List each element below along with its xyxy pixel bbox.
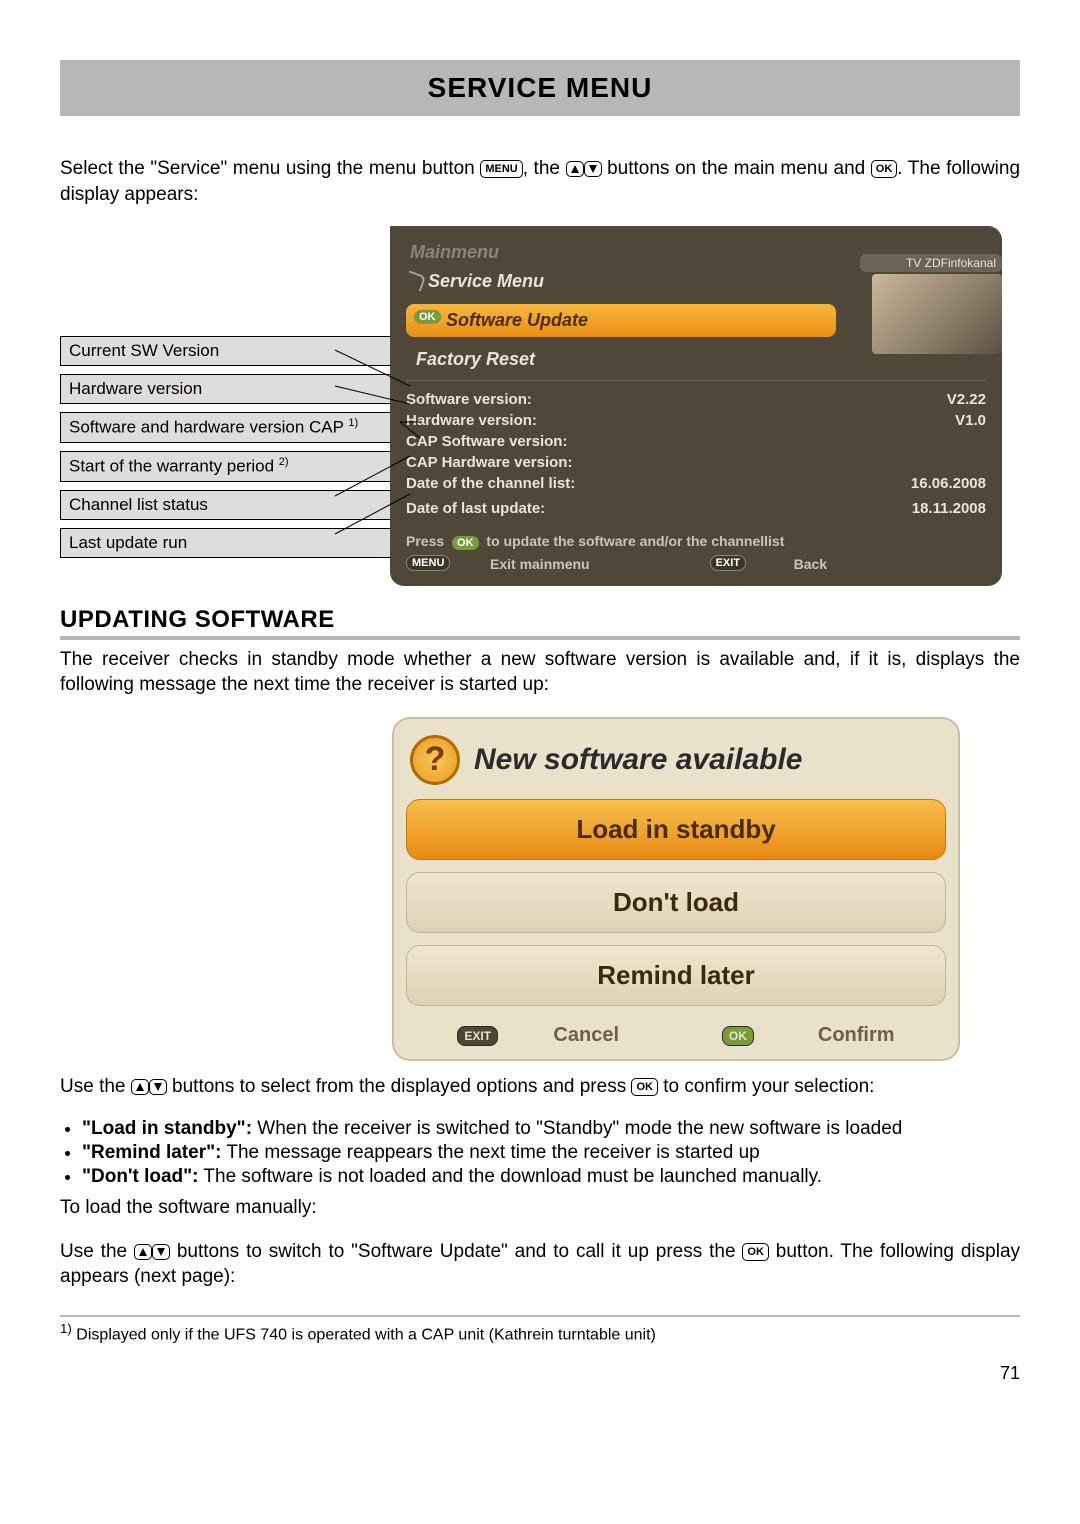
new-software-dialog: ? New software available Load in standby… — [392, 717, 960, 1061]
label: New software available — [474, 743, 802, 777]
label: Hardware version: — [406, 412, 537, 429]
text: Press — [406, 533, 448, 549]
option-remind-later[interactable]: Remind later — [406, 945, 946, 1006]
back-hint: EXIT Back — [710, 556, 827, 572]
table-row: Date of the channel list: 16.06.2008 — [406, 473, 986, 494]
ok-button-icon: OK — [631, 1078, 658, 1096]
label: Exit mainmenu — [448, 556, 590, 572]
hint-text: Press OK to update the software and/or t… — [406, 533, 986, 550]
text: The message reappears the next time the … — [221, 1142, 759, 1163]
label: Confirm — [770, 1024, 895, 1046]
channel-badge: TV ZDFinfokanal — [860, 254, 1002, 272]
value: 16.06.2008 — [911, 475, 986, 492]
question-icon: ? — [410, 735, 460, 785]
label: CAP Software version: — [406, 433, 567, 450]
text: to confirm your selection: — [663, 1076, 874, 1097]
table-row: Date of last update: 18.11.2008 — [406, 498, 986, 519]
table-row: CAP Software version: — [406, 431, 986, 452]
option-dont-load[interactable]: Don't load — [406, 872, 946, 933]
callout-warranty: Start of the warranty period 2) — [60, 451, 400, 482]
section-heading-updating: UPDATING SOFTWARE — [60, 606, 1020, 640]
ok-pill-icon: OK — [452, 536, 479, 550]
exit-mainmenu-hint: MENUExit mainmenu — [406, 556, 590, 572]
footer-hints: MENUExit mainmenu EXIT Back — [406, 556, 986, 572]
option-load-standby[interactable]: Load in standby — [406, 799, 946, 860]
callout-hw-version: Hardware version — [60, 374, 400, 404]
sup: 2) — [279, 456, 289, 468]
text: Displayed only if the UFS 740 is operate… — [72, 1327, 656, 1344]
table-row: Software version: V2.22 — [406, 389, 986, 410]
callout-last-update: Last update run — [60, 528, 400, 558]
service-menu-screenshot: Mainmenu Service Menu TV ZDFinfokanal OK… — [390, 226, 1002, 586]
text: buttons on the main menu and — [602, 158, 871, 179]
list-item: "Load in standby": When the receiver is … — [82, 1118, 1020, 1140]
label: Cancel — [505, 1024, 619, 1046]
dialog-title: ? New software available — [406, 729, 946, 799]
text: buttons to select from the displayed opt… — [172, 1076, 631, 1097]
bold: "Don't load": — [82, 1166, 198, 1187]
list-item: "Remind later": The message reappears th… — [82, 1142, 1020, 1164]
label: CAP Hardware version: — [406, 454, 572, 471]
menu-button-icon: MENU — [480, 160, 522, 178]
menu-item-factory-reset[interactable]: Factory Reset — [406, 345, 836, 374]
menu-item-software-update[interactable]: OK Software Update — [406, 304, 836, 337]
label: Back — [752, 556, 827, 572]
exit-pill-icon: EXIT — [457, 1026, 498, 1046]
bold: "Load in standby": — [82, 1118, 252, 1139]
list-item: "Don't load": The software is not loaded… — [82, 1166, 1020, 1188]
text: The software is not loaded and the downl… — [198, 1166, 822, 1187]
cancel-hint: EXIT Cancel — [457, 1024, 619, 1047]
paragraph: To load the software manually: — [60, 1196, 1020, 1221]
up-arrow-icon — [134, 1244, 152, 1260]
text: Select the "Service" menu using the menu… — [60, 158, 480, 179]
confirm-hint: OK Confirm — [722, 1024, 895, 1047]
text: Use the — [60, 1241, 134, 1262]
down-arrow-icon — [149, 1079, 167, 1095]
options-list: "Load in standby": When the receiver is … — [82, 1118, 1020, 1188]
paragraph: The receiver checks in standby mode whet… — [60, 648, 1020, 697]
value: V1.0 — [955, 412, 986, 429]
text: to update the software and/or the channe… — [483, 533, 785, 549]
service-menu-figure: Current SW Version Hardware version Soft… — [60, 226, 1020, 586]
label: Software Update — [446, 310, 588, 330]
text: Software and hardware version CAP — [69, 418, 348, 437]
text: Start of the warranty period — [69, 457, 279, 476]
bold: "Remind later": — [82, 1142, 221, 1163]
sup: 1) — [60, 1321, 72, 1336]
callout-channel-list: Channel list status — [60, 490, 400, 520]
up-arrow-icon — [566, 161, 584, 177]
footnote: 1) Displayed only if the UFS 740 is oper… — [60, 1315, 1020, 1344]
page-number: 71 — [60, 1363, 1020, 1384]
value: 18.11.2008 — [912, 500, 986, 517]
ok-button-icon: OK — [742, 1243, 769, 1261]
callout-cap-version: Software and hardware version CAP 1) — [60, 412, 400, 443]
channel-preview — [872, 274, 1002, 354]
text: Use the — [60, 1076, 131, 1097]
table-row: CAP Hardware version: — [406, 452, 986, 473]
intro-paragraph: Select the "Service" menu using the menu… — [60, 156, 1020, 207]
value: V2.22 — [947, 391, 986, 408]
ok-pill-icon: OK — [414, 310, 441, 324]
paragraph: Use the buttons to switch to "Software U… — [60, 1240, 1020, 1289]
info-table: Software version: V2.22 Hardware version:… — [406, 380, 986, 519]
page-title: SERVICE MENU — [60, 60, 1020, 116]
text: buttons to switch to "Software Update" a… — [177, 1241, 743, 1262]
label: Software version: — [406, 391, 532, 408]
label: Date of last update: — [406, 500, 545, 517]
sup: 1) — [348, 417, 358, 429]
down-arrow-icon — [584, 161, 602, 177]
ok-pill-icon: OK — [722, 1026, 754, 1046]
label: Date of the channel list: — [406, 475, 575, 492]
down-arrow-icon — [152, 1244, 170, 1260]
callout-sw-version: Current SW Version — [60, 336, 400, 366]
text: When the receiver is switched to "Standb… — [252, 1118, 902, 1139]
ok-button-icon: OK — [871, 160, 898, 178]
up-arrow-icon — [131, 1079, 149, 1095]
text: , the — [523, 158, 566, 179]
paragraph: Use the buttons to select from the displ… — [60, 1075, 1020, 1100]
exit-pill-icon: EXIT — [710, 555, 746, 571]
menu-pill-icon: MENU — [406, 555, 450, 571]
table-row: Hardware version: V1.0 — [406, 410, 986, 431]
